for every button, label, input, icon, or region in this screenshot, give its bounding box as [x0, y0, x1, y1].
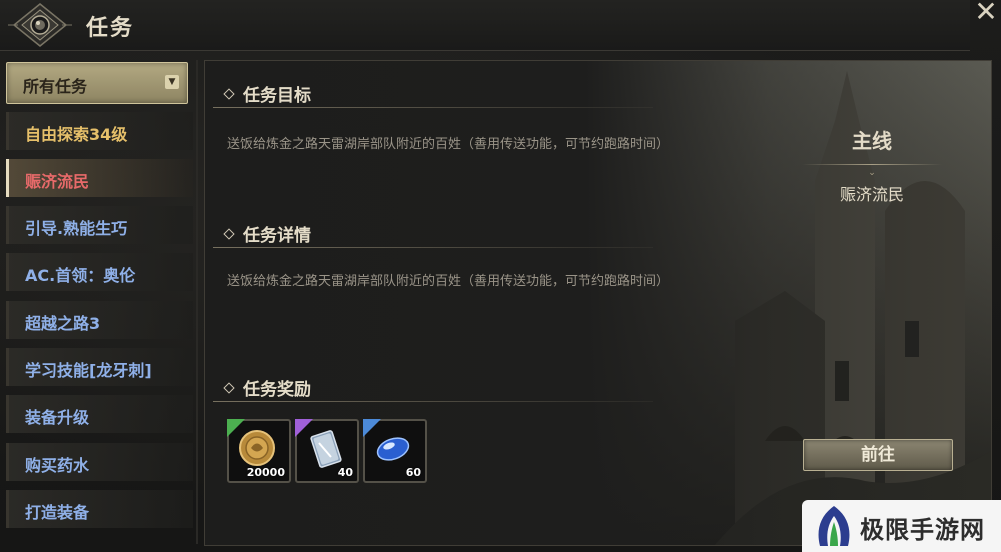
reward-item[interactable]: 40: [295, 419, 359, 483]
quest-type-info: 主线 ⌄ 赈济流民: [797, 125, 947, 205]
window-title: 任务: [86, 16, 135, 41]
quest-item-label: AC.首领：奥伦: [25, 266, 136, 285]
reward-qty: 60: [405, 466, 421, 479]
detail-heading-text: 任务详情: [243, 226, 311, 246]
rarity-corner: [363, 419, 381, 437]
quest-item-label: 装备升级: [25, 408, 90, 427]
quest-item-label: 引导.熟能生巧: [25, 219, 128, 238]
quest-item-label: 自由探索34级: [25, 125, 128, 144]
quest-item[interactable]: 超越之路3: [6, 301, 193, 339]
divider: [213, 247, 653, 248]
divider: [213, 401, 653, 402]
quest-window: 任务 ✕ 所有任务 ▼ 自由探索34级 赈济流民 引导.熟能生巧 AC.首领：奥…: [0, 0, 1001, 552]
quest-type: 主线: [852, 129, 892, 153]
objective-text: 送饭给炼金之路天雷湖岸部队附近的百姓（善用传送功能，可节约跑路时间）: [227, 137, 670, 152]
quest-item-label: 购买药水: [25, 456, 90, 475]
quest-item-label: 赈济流民: [25, 172, 90, 191]
quest-detail-panel: 任务目标 送饭给炼金之路天雷湖岸部队附近的百姓（善用传送功能，可节约跑路时间） …: [204, 60, 992, 546]
reward-heading-text: 任务奖励: [243, 380, 311, 400]
quest-item[interactable]: 学习技能[龙牙刺]: [6, 348, 193, 386]
reward-qty: 20000: [246, 466, 285, 479]
close-icon[interactable]: ✕: [972, 0, 1000, 28]
rarity-corner: [227, 419, 245, 437]
quest-item[interactable]: 装备升级: [6, 395, 193, 433]
diamond-bullet-icon: [223, 88, 235, 100]
quest-item[interactable]: 自由探索34级: [6, 112, 193, 150]
quest-item-label: 学习技能[龙牙刺]: [25, 361, 152, 380]
quest-item[interactable]: 打造装备: [6, 490, 193, 528]
quest-list: 所有任务 ▼ 自由探索34级 赈济流民 引导.熟能生巧 AC.首领：奥伦 超越之…: [4, 60, 194, 548]
watermark-logo-icon: [818, 506, 850, 546]
quest-item-label: 打造装备: [25, 503, 90, 522]
reward-item[interactable]: 60: [363, 419, 427, 483]
divider: [213, 107, 653, 108]
quest-item-selected[interactable]: 赈济流民: [6, 159, 193, 197]
quest-item[interactable]: AC.首领：奥伦: [6, 253, 193, 291]
objective-heading-text: 任务目标: [243, 86, 311, 106]
watermark-text: 极限手游网: [860, 516, 985, 544]
rarity-corner: [295, 419, 313, 437]
detail-heading: 任务详情: [223, 221, 311, 246]
quest-item-label: 超越之路3: [25, 314, 101, 333]
diamond-bullet-icon: [223, 382, 235, 394]
diamond-bullet-icon: [223, 228, 235, 240]
reward-qty: 40: [337, 466, 353, 479]
quest-item[interactable]: 引导.熟能生巧: [6, 206, 193, 244]
chevron-down-icon: ▼: [165, 75, 179, 89]
reward-heading: 任务奖励: [223, 375, 311, 400]
reward-list: 20000 40 60: [227, 419, 427, 485]
detail-text: 送饭给炼金之路天雷湖岸部队附近的百姓（善用传送功能，可节约跑路时间）: [227, 274, 670, 289]
quest-filter-label: 所有任务: [23, 77, 88, 96]
divider: [802, 164, 942, 165]
watermark: 极限手游网: [802, 500, 1001, 552]
emblem-icon: [8, 3, 72, 47]
reward-item[interactable]: 20000: [227, 419, 291, 483]
objective-heading: 任务目标: [223, 81, 311, 106]
goto-button[interactable]: 前往: [803, 439, 953, 471]
list-divider: [196, 60, 198, 544]
quest-item[interactable]: 购买药水: [6, 443, 193, 481]
quest-name: 赈济流民: [839, 185, 904, 204]
title-bar: 任务: [0, 0, 970, 51]
chevron-down-icon: ⌄: [868, 168, 876, 178]
quest-filter-dropdown[interactable]: 所有任务 ▼: [6, 62, 188, 104]
